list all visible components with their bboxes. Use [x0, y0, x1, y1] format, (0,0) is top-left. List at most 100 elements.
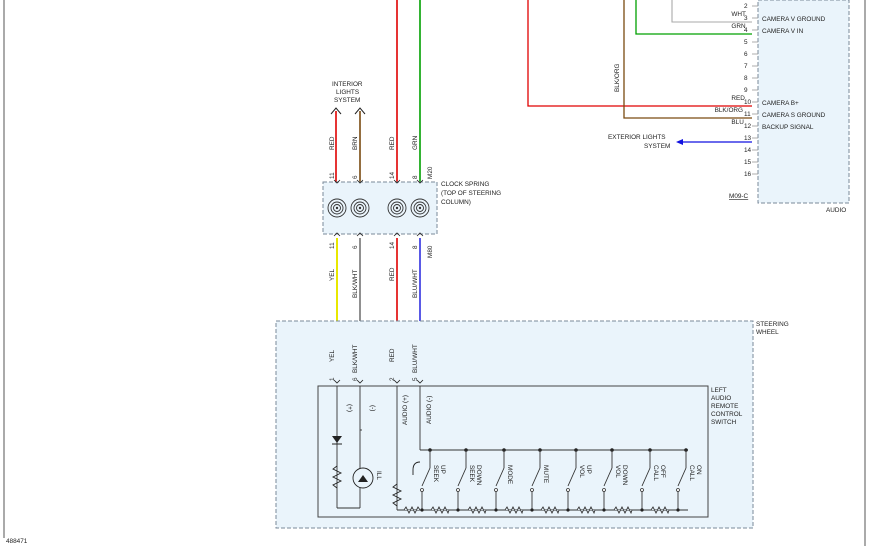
clock-spring-bottom-pin: 11: [329, 242, 336, 249]
audio-pin-function: CAMERA S GROUND: [762, 112, 826, 119]
switch-button-label: UP: [585, 465, 592, 474]
switch-label-1: LEFT: [711, 387, 727, 394]
audio-pin-wire-color: BLK/ORG: [715, 107, 743, 114]
clock-spring-bottom-wire-color: BLU/WHT: [412, 269, 419, 298]
audio-pin-function: BACKUP SIGNAL: [762, 124, 814, 131]
ill-label: ILL: [375, 471, 382, 480]
blk-org-vertical-label: BLK/ORG: [614, 64, 621, 92]
clock-spring-label-3: COLUMN): [441, 199, 471, 206]
switch-button-label: ON: [695, 465, 702, 475]
clock-spring-connector-top: M20: [427, 166, 434, 179]
steering-wheel-label-2: WHEEL: [756, 329, 779, 336]
audio-pin-number: 15: [744, 159, 752, 166]
audio-pin: 13: [744, 135, 758, 142]
switch-button-label: DOWN: [621, 465, 628, 486]
clock-spring-top-wire-color: BRN: [352, 136, 359, 150]
audio-pin-number: 11: [744, 111, 751, 118]
audio-pin: 5: [744, 39, 758, 46]
clock-spring-coil-icon: [327, 198, 347, 218]
steering-wheel-wire-color: YEL: [329, 349, 336, 362]
audio-pin-number: 10: [744, 99, 752, 106]
switch-label-2: AUDIO: [711, 395, 731, 402]
clock-spring-top-pin: 8: [412, 175, 419, 179]
audio-pin-number: 16: [744, 171, 752, 178]
audio-pin-function: CAMERA B+: [762, 100, 799, 107]
clock-spring-coil-icon: [387, 198, 407, 218]
audio-pin-wire-color: GRN: [731, 23, 746, 30]
audio-minus-label: AUDIO (-): [426, 396, 433, 424]
audio-pin-function: CAMERA V IN: [762, 28, 804, 35]
minus-label: (-): [369, 405, 376, 411]
interior-lights-line3: SYSTEM: [334, 97, 360, 104]
switch-label-4: CONTROL: [711, 411, 743, 418]
audio-pin-wire-color: BLU: [731, 119, 744, 126]
switch-button-label: MODE: [506, 465, 513, 484]
audio-plus-label: AUDIO (+): [402, 395, 409, 425]
audio-pin-wire-color: WHT: [731, 11, 746, 18]
audio-pin-number: 6: [744, 51, 748, 58]
clock-spring-label-1: CLOCK SPRING: [441, 181, 489, 188]
steering-wheel-wire-color: BLU/WHT: [412, 344, 419, 373]
switch-button-label: CALL: [652, 465, 659, 481]
switch-button-label: SEEK: [468, 465, 475, 483]
camera-b-plus-wire: [527, 0, 752, 107]
audio-pin-number: 8: [744, 75, 748, 82]
switch-button-label: CALL: [688, 465, 695, 481]
audio-connector-label: M09-C: [729, 193, 749, 200]
audio-pin-number: 7: [744, 63, 748, 70]
audio-pin-number: 5: [744, 39, 748, 46]
audio-pin: 6: [744, 51, 758, 58]
audio-pin-number: 12: [744, 123, 752, 130]
clock-spring-bottom-wire-color: YEL: [329, 268, 336, 281]
audio-pin: 9: [744, 87, 758, 94]
switch-label-5: SWITCH: [711, 419, 737, 426]
steering-wheel-wire-color: RED: [389, 348, 396, 362]
clock-spring-top-wire-color: GRN: [412, 135, 419, 150]
clock-spring-top-pin: 11: [329, 172, 336, 179]
clock-spring-top-wire-color: RED: [329, 136, 336, 150]
plus-label: (+): [346, 404, 353, 412]
clock-spring-top-wire-color: RED: [389, 136, 396, 150]
switch-button-label: SEEK: [432, 465, 439, 483]
steering-wheel-label-1: STEERING: [756, 321, 789, 328]
switch-button-label: VOL: [614, 465, 621, 478]
clock-spring-bottom-pin: 8: [412, 245, 419, 249]
audio-pin-wire-color: RED: [731, 95, 745, 102]
interior-lights-line2: LIGHTS: [336, 89, 359, 96]
audio-pin-number: 13: [744, 135, 752, 142]
switch-button-label: VOL: [578, 465, 585, 478]
audio-pin-number: 9: [744, 87, 748, 94]
clock-spring-top-pin: 6: [352, 175, 359, 179]
audio-pin: 16: [744, 171, 758, 178]
audio-module-label: AUDIO: [826, 207, 846, 214]
audio-pin-number: 2: [744, 3, 748, 10]
clock-spring-connector-bottom: M80: [427, 245, 434, 258]
clock-spring-bottom-pin: 14: [389, 241, 396, 249]
audio-pin: 2: [744, 3, 758, 10]
audio-pin-number: 14: [744, 147, 752, 154]
audio-pin: 14: [744, 147, 758, 154]
clock-spring-coil-icon: [410, 198, 430, 218]
backup-signal-arrow: [676, 139, 683, 145]
clock-spring-bottom-wire-color: BLK/WHT: [352, 269, 359, 298]
exterior-lights-line1: EXTERIOR LIGHTS: [608, 134, 666, 141]
switch-button-label: DOWN: [475, 465, 482, 486]
steering-wheel-wire-color: BLK/WHT: [352, 344, 359, 373]
switch-button-label: OFF: [659, 465, 666, 478]
interior-lights-line1: INTERIOR: [332, 81, 363, 88]
clock-spring-bottom-pin: 6: [352, 245, 359, 249]
switch-button-label: UP: [439, 465, 446, 474]
exterior-lights-line2: SYSTEM: [644, 143, 670, 150]
switch-label-3: REMOTE: [711, 403, 738, 410]
clock-spring-top-pin: 14: [389, 171, 396, 179]
audio-pin-function: CAMERA V GROUND: [762, 16, 826, 23]
audio-pin: 8: [744, 75, 758, 82]
audio-pin: 7: [744, 63, 758, 70]
switch-button-label: MUTE: [542, 465, 549, 483]
audio-pin: 15: [744, 159, 758, 166]
wiring-diagram: AUDIO M09-C 23WHTCAMERA V GROUND4GRNCAME…: [3, 0, 866, 546]
figure-id: 488471: [6, 538, 28, 545]
clock-spring-label-2: (TOP OF STEERING: [441, 190, 501, 197]
clock-spring-coil-icon: [350, 198, 370, 218]
clock-spring-bottom-wire-color: RED: [389, 267, 396, 281]
